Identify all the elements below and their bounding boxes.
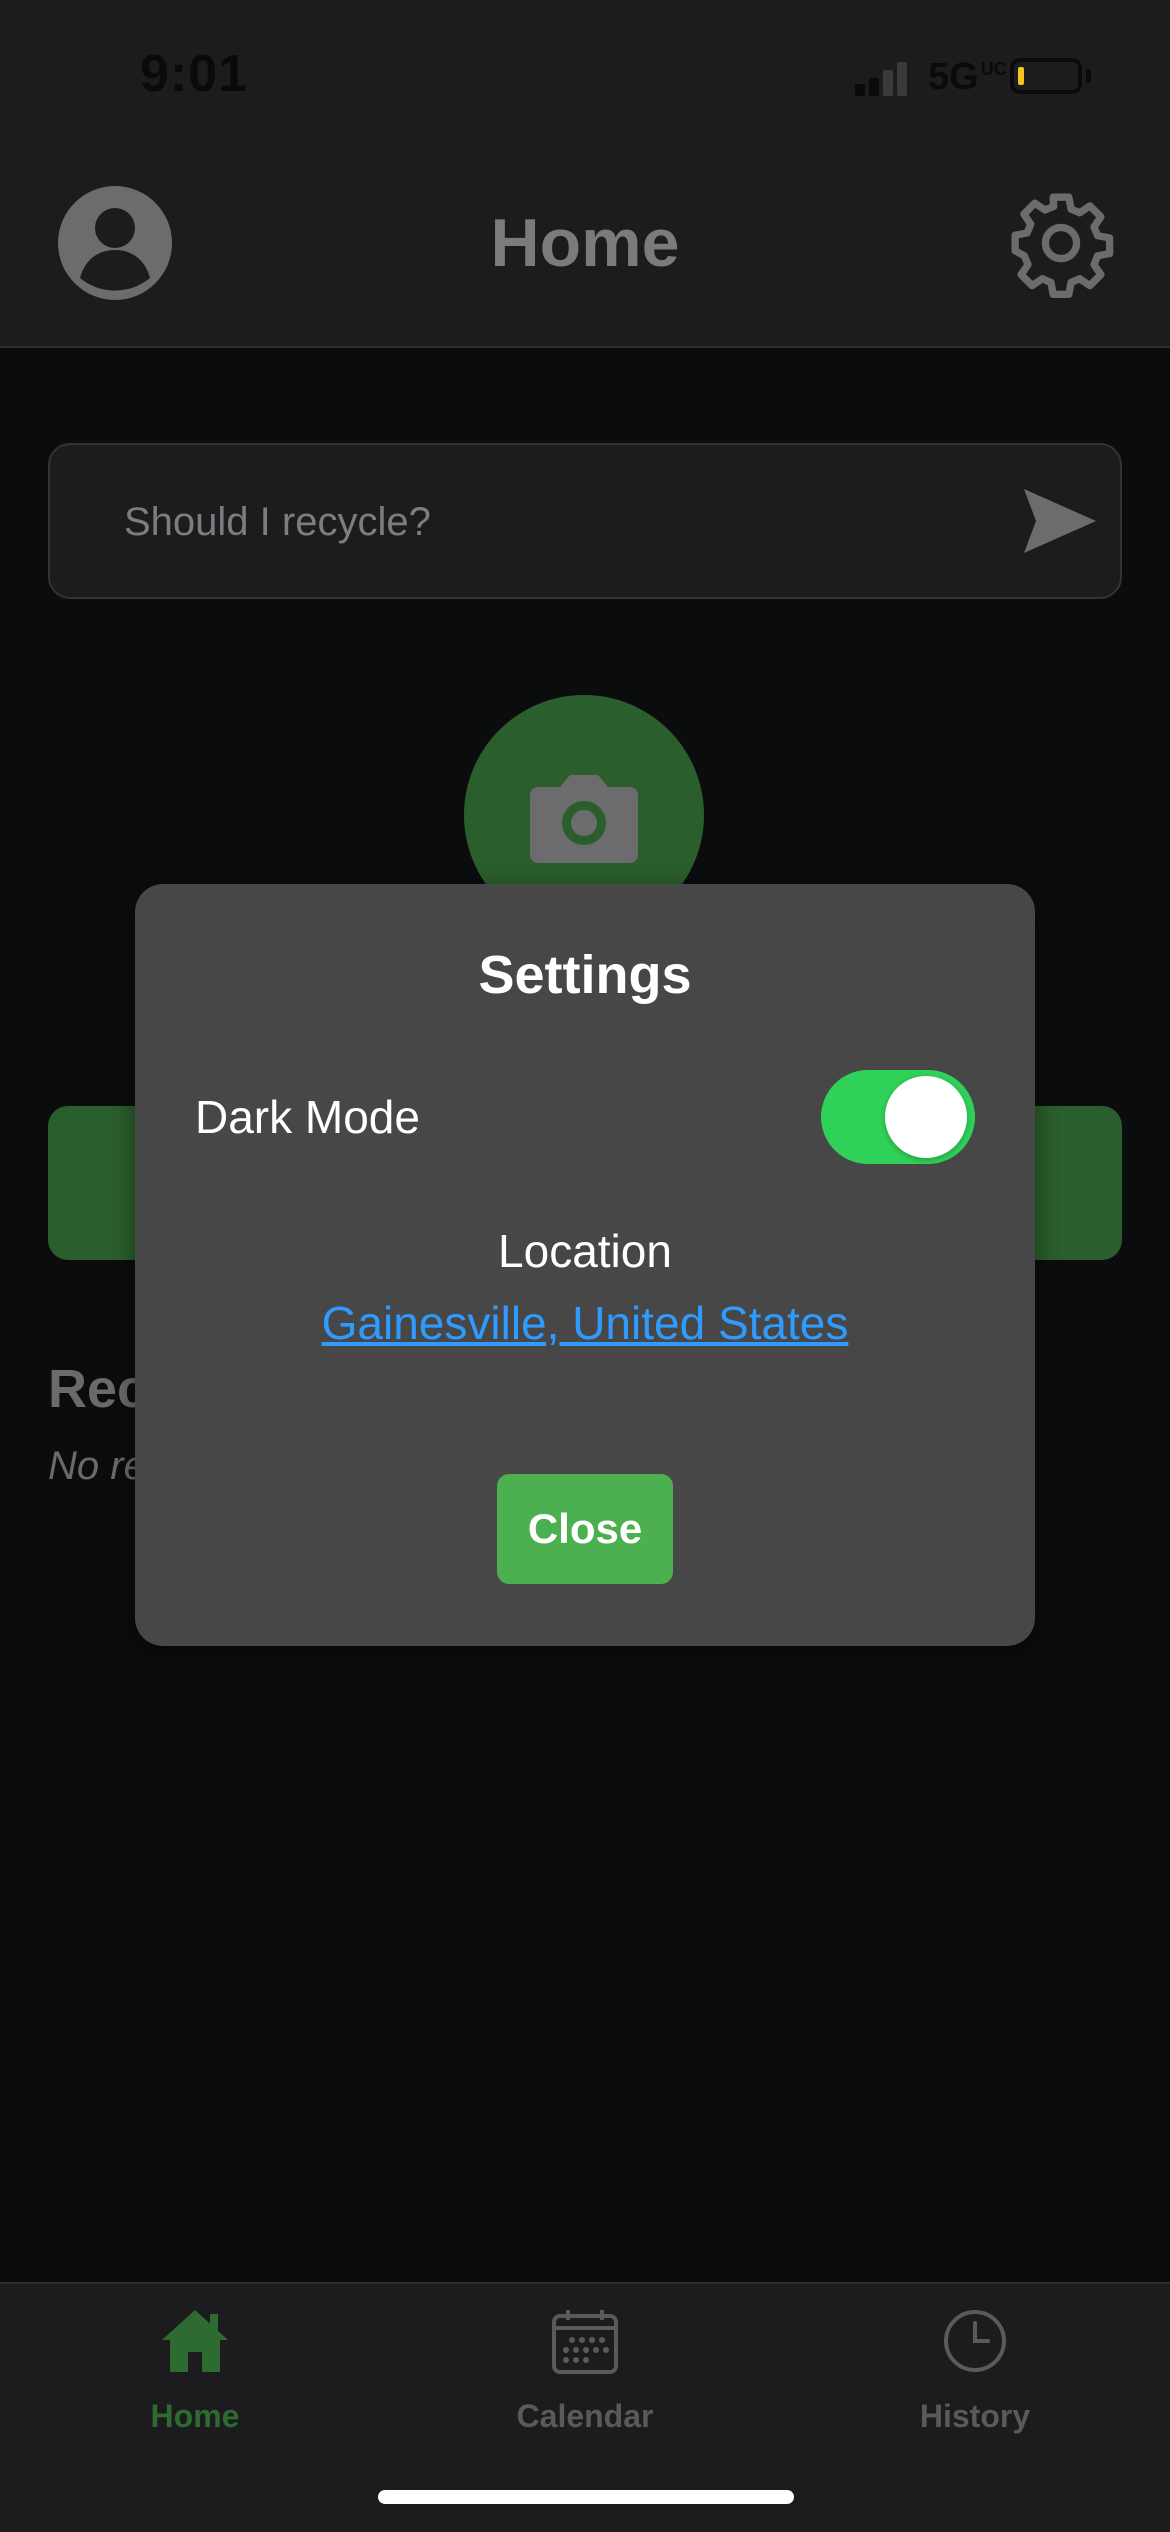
search-input[interactable]: [122, 445, 986, 599]
home-icon: [162, 2310, 228, 2372]
network-superscript: UC: [980, 59, 1007, 79]
settings-button[interactable]: [1006, 188, 1116, 298]
send-button[interactable]: [1022, 487, 1098, 555]
location-link[interactable]: Gainesville, United States: [135, 1296, 1035, 1350]
modal-title: Settings: [478, 945, 692, 1005]
clock-icon: [944, 2310, 1006, 2372]
status-time: 9:01: [140, 45, 249, 103]
settings-modal: Settings Dark Mode Location Gainesville,…: [135, 884, 1035, 1646]
recent-empty-text: No re: [48, 1444, 146, 1488]
tab-label: History: [919, 2398, 1031, 2434]
network-type: 5G UC: [928, 56, 1007, 99]
send-arrow-icon: [1024, 489, 1096, 553]
battery-icon: [1010, 58, 1082, 94]
battery-cap: [1086, 69, 1091, 83]
toggle-knob: [885, 1076, 967, 1158]
calendar-icon: [552, 2310, 618, 2374]
tab-home[interactable]: Home: [0, 2304, 390, 2454]
home-indicator[interactable]: [378, 2490, 794, 2504]
app-screen: 9:01 5G UC Home Should I recycle? Rec No…: [0, 0, 1170, 2532]
recent-heading: Rec: [48, 1359, 148, 1419]
search-box: [48, 443, 1122, 599]
page-title: Home: [490, 205, 680, 281]
status-bar: 9:01 5G UC: [0, 0, 1170, 150]
close-button[interactable]: Close: [497, 1474, 673, 1584]
tab-label: Home: [150, 2398, 240, 2434]
tab-label: Calendar: [516, 2398, 654, 2434]
gear-icon: [1011, 193, 1114, 298]
dark-mode-toggle[interactable]: [821, 1070, 975, 1164]
network-label: 5G: [928, 56, 979, 98]
tab-calendar[interactable]: Calendar: [390, 2304, 780, 2454]
dark-mode-label: Dark Mode: [195, 1091, 420, 1143]
app-header: Home: [0, 150, 1170, 348]
camera-icon: [530, 775, 638, 863]
location-label: Location: [498, 1225, 672, 1277]
tab-history[interactable]: History: [780, 2304, 1170, 2454]
cellular-signal-icon: [855, 62, 915, 96]
battery-level: [1018, 67, 1024, 85]
